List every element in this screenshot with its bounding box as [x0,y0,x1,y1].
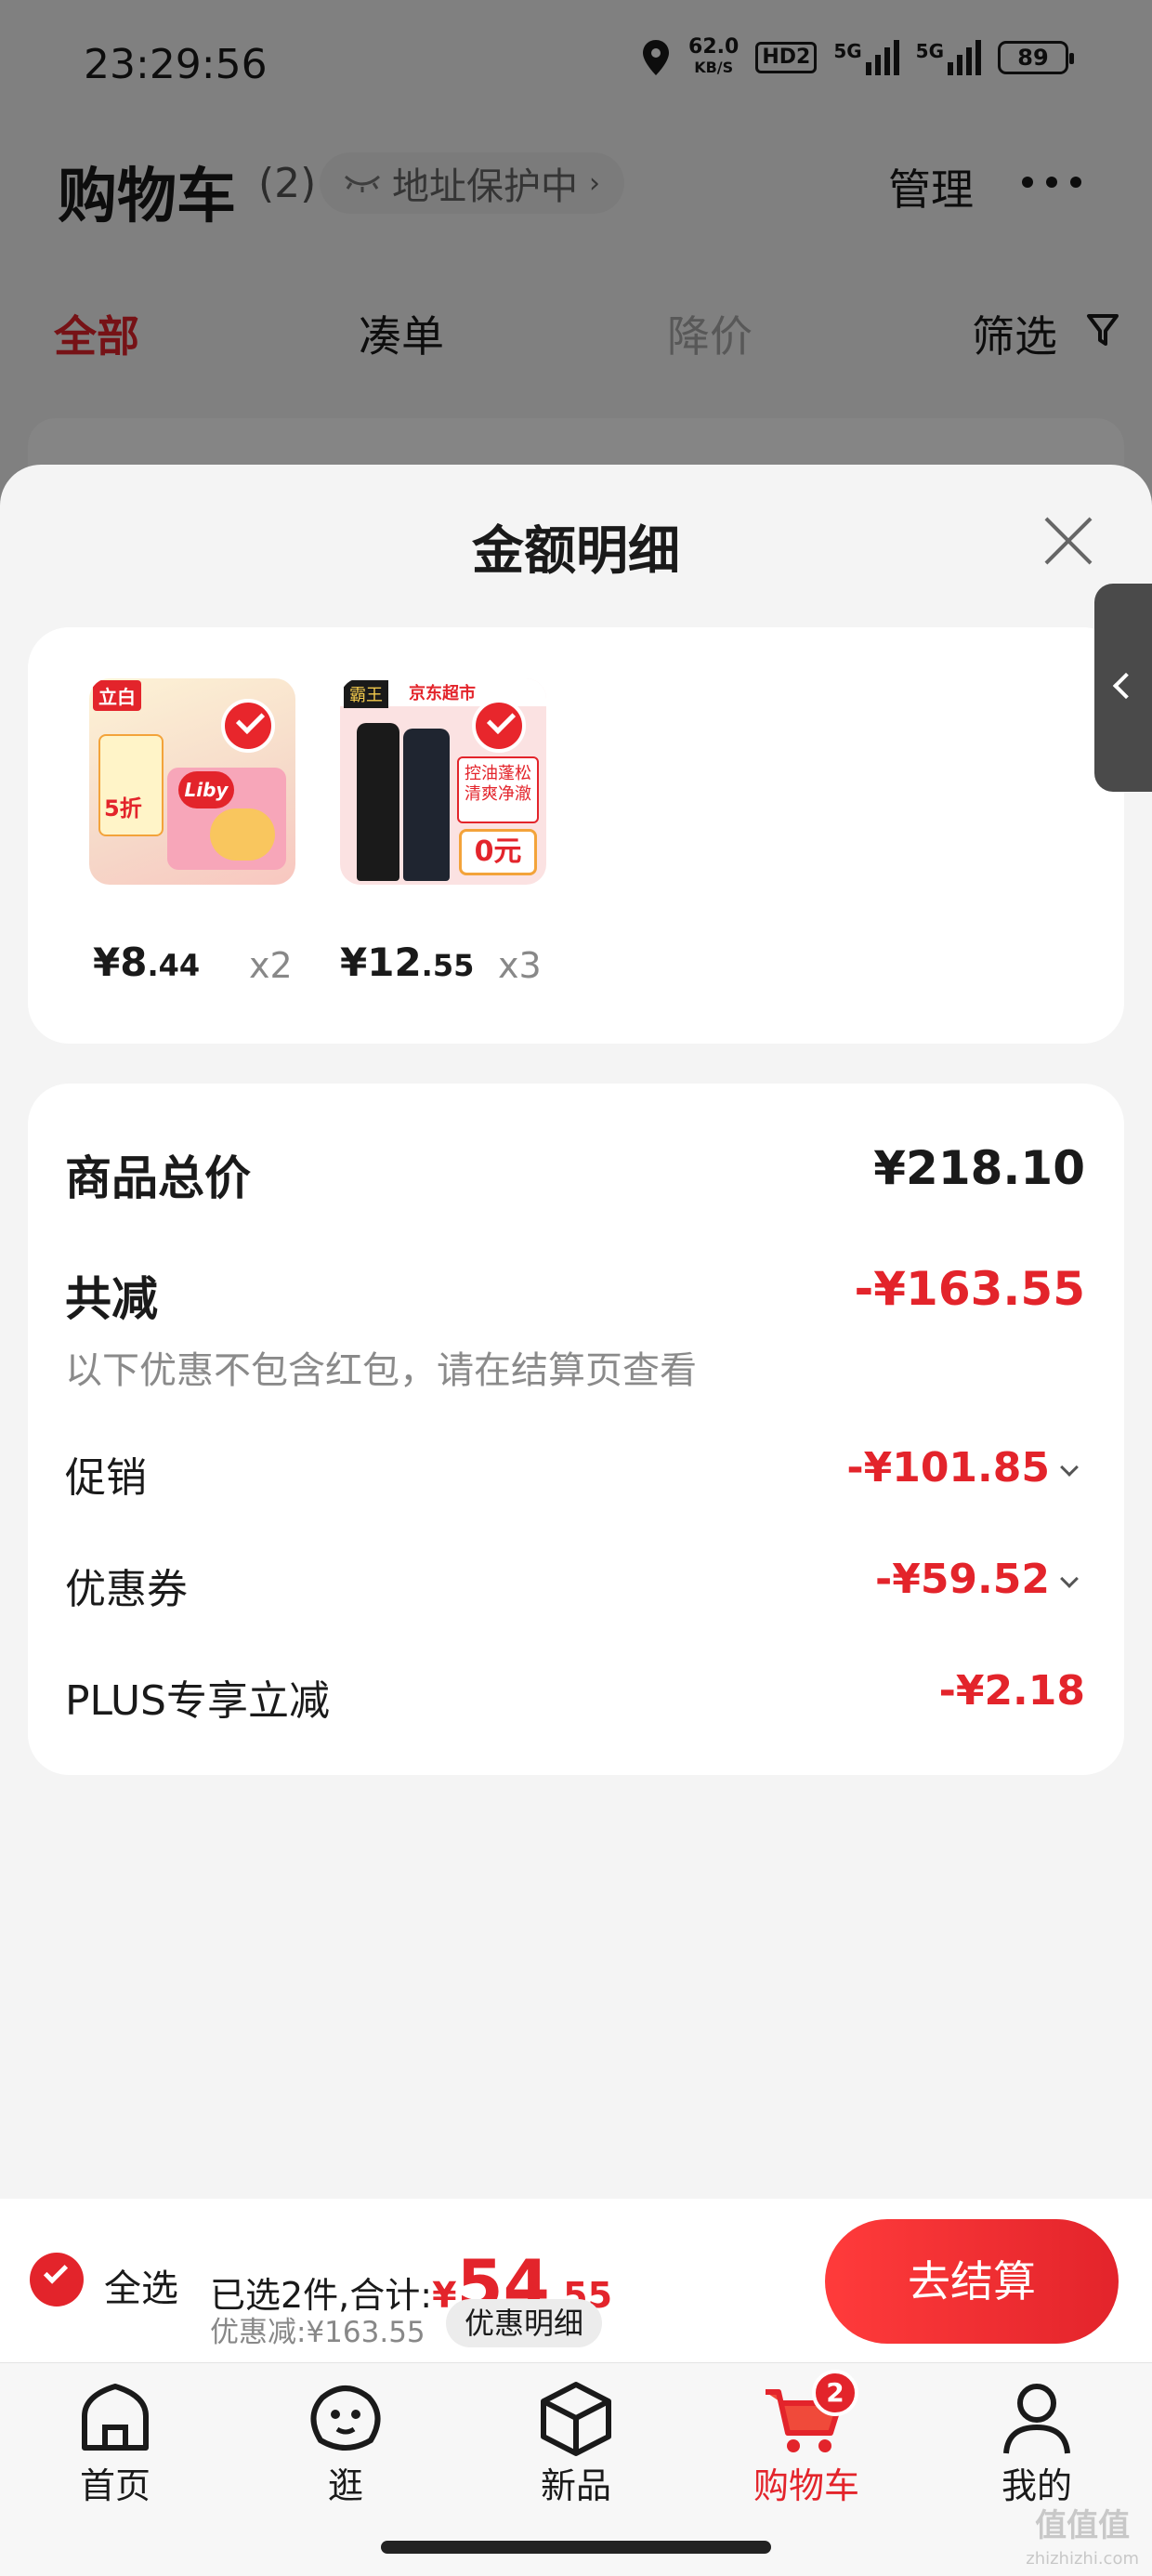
home-icon [82,2384,149,2451]
chevron-down-icon [1060,1458,1079,1477]
nav-mine-label: 我的 [1001,2465,1072,2506]
product-image-bawang[interactable]: 霸王 京东超市 控油蓬松 清爽净澈 0元 [340,678,546,885]
watermark-logo: 值值值 zhizhizhi.com [1026,2509,1139,2576]
promo-badge: 0元 [459,829,537,875]
product-qty: x3 [498,945,542,986]
total-value: ¥218.10 [873,1141,1085,1195]
promo-badge: 5折 [104,795,142,821]
slogan-2: 清爽净澈 [465,784,531,804]
user-icon [1003,2384,1070,2454]
liby-logo: Liby [178,771,234,808]
checkout-button[interactable]: 去结算 [825,2219,1119,2344]
nav-new[interactable]: 新品 [502,2379,650,2508]
product-price: ¥12.55 [340,940,474,985]
bottle-1 [357,723,399,881]
product-fruit [210,808,275,861]
coupon-value: -¥59.52 [874,1556,1050,1603]
selected-check-icon [472,699,526,753]
plus-discount-value: -¥2.18 [938,1667,1085,1715]
nav-cart[interactable]: 购物车 [732,2379,881,2508]
cart-badge: 2 [812,2370,858,2416]
close-icon[interactable] [1041,513,1096,569]
price-summary-card: 商品总价 ¥218.10 共减 -¥163.55 以下优惠不包含红包，请在结算页… [28,1084,1124,1775]
nav-cart-label: 购物车 [753,2465,859,2506]
store-tag: 京东超市 [409,684,476,703]
sheet-title: 金额明细 [472,521,680,582]
discount-note: 以下优惠不包含红包，请在结算页查看 [65,1349,697,1392]
browse-face-icon [310,2385,381,2451]
nav-new-label: 新品 [540,2465,611,2506]
price-decimal: .55 [421,948,475,983]
total-label: 商品总价 [65,1151,251,1205]
box-icon [541,2382,611,2456]
promotion-row[interactable]: -¥101.85 [846,1444,1079,1492]
product-image-liby[interactable]: 立白 5折 Liby [89,678,295,885]
watermark-text: 值值值 [1035,2507,1131,2544]
brand-tag: 霸王 [344,680,388,708]
promotion-label: 促销 [65,1454,147,1502]
side-expand-tab[interactable] [1094,584,1152,792]
product-list-card: 立白 5折 Liby ¥8.44 x2 霸王 京东超市 控油蓬松 清爽净澈 0元 … [28,627,1124,1044]
nav-browse-label: 逛 [327,2465,363,2506]
nav-browse[interactable]: 逛 [271,2379,420,2508]
product-qty: x2 [249,945,293,986]
reduce-value: -¥163.55 [854,1262,1086,1316]
selected-check-icon [221,699,275,753]
discount-detail-button[interactable]: 优惠明细 [446,2299,603,2347]
chevron-down-icon [1060,1570,1079,1588]
home-indicator[interactable] [381,2541,771,2554]
product-price: ¥8.44 [93,940,200,985]
promotion-value: -¥101.85 [846,1444,1050,1492]
coupon-row[interactable]: -¥59.52 [874,1556,1079,1603]
select-all-label[interactable]: 全选 [104,2258,178,2312]
watermark-url: zhizhizhi.com [1026,2549,1139,2569]
modal-overlay[interactable] [0,0,1152,520]
bottle-2 [403,729,450,881]
slogan-1: 控油蓬松 [465,764,531,783]
nav-mine[interactable]: 我的 [962,2379,1111,2508]
brand-tag: 立白 [93,680,141,711]
nav-home-label: 首页 [79,2465,151,2506]
checkout-bar: 全选 已选2件,合计:¥54.55 优惠减:¥163.55 优惠明细 去结算 [0,2199,1152,2362]
price-decimal: .44 [147,948,201,983]
reduce-label: 共减 [65,1272,158,1326]
nav-home[interactable]: 首页 [41,2379,190,2508]
coupon-label: 优惠券 [65,1566,188,1613]
promo-label: 控油蓬松 清爽净澈 [457,756,539,823]
plus-discount-label: PLUS专享立减 [65,1677,330,1725]
price-main: ¥8 [93,940,148,985]
select-all-check-icon[interactable] [30,2253,84,2307]
price-main: ¥12 [340,940,422,985]
discount-text: 优惠减:¥163.55 [210,2316,425,2349]
